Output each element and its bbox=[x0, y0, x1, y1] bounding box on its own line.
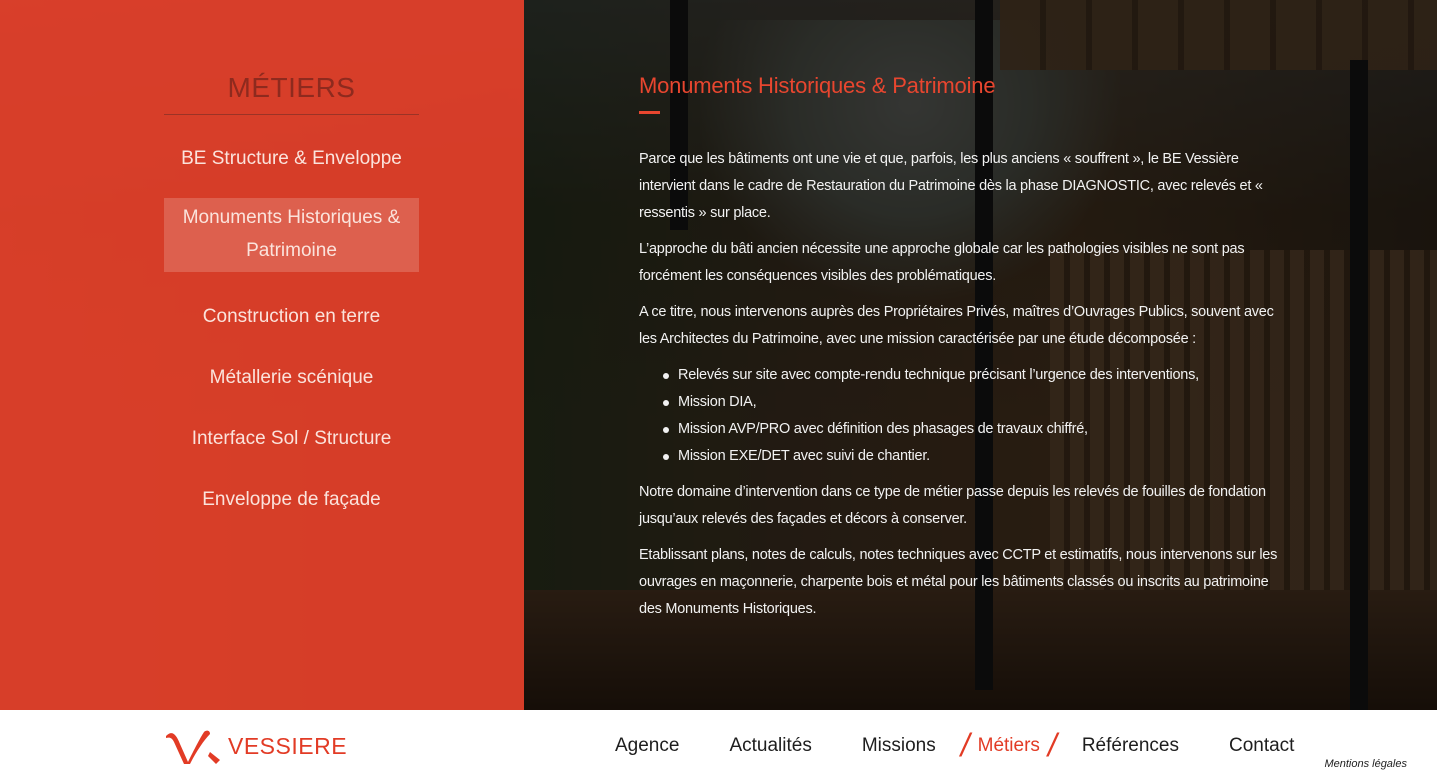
side-panel-title: MÉTIERS bbox=[164, 72, 419, 115]
nav-references[interactable]: Références bbox=[1057, 730, 1204, 762]
footer-bar: VESSIERE Agence Actualités Missions / Mé… bbox=[0, 710, 1437, 780]
list-item-text: Mission EXE/DET avec suivi de chantier. bbox=[678, 448, 930, 464]
slash-right-decoration: / bbox=[1047, 727, 1057, 763]
side-item-label: Monuments Historiques & Patrimoine bbox=[182, 207, 401, 261]
side-item-be-structure[interactable]: BE Structure & Enveloppe bbox=[164, 140, 419, 184]
bullet-dot-icon bbox=[663, 373, 669, 379]
list-item: Mission AVP/PRO avec définition des phas… bbox=[663, 416, 1279, 443]
main-content: Monuments Historiques & Patrimoine Parce… bbox=[639, 72, 1279, 632]
nav-metiers[interactable]: Métiers bbox=[970, 730, 1048, 762]
side-item-metallerie-scenique[interactable]: Métallerie scénique bbox=[164, 359, 419, 420]
vessiere-v-logo-icon bbox=[166, 730, 220, 764]
legal-notice-link[interactable]: Mentions légales bbox=[1324, 758, 1407, 770]
list-item-text: Mission DIA, bbox=[678, 394, 757, 410]
bullet-dot-icon bbox=[663, 454, 669, 460]
side-item-construction-terre[interactable]: Construction en terre bbox=[164, 298, 419, 359]
logo-text: VESSIERE bbox=[228, 733, 348, 759]
list-item: Mission DIA, bbox=[663, 389, 1279, 416]
mission-list: Relevés sur site avec compte-rendu techn… bbox=[663, 362, 1279, 470]
bullet-dot-icon bbox=[663, 400, 669, 406]
nav-missions[interactable]: Missions bbox=[837, 730, 961, 762]
paragraph: Parce que les bâtiments ont une vie et q… bbox=[639, 151, 1263, 221]
bullet-dot-icon bbox=[663, 427, 669, 433]
nav-agence[interactable]: Agence bbox=[590, 730, 704, 762]
list-item: Relevés sur site avec compte-rendu techn… bbox=[663, 362, 1279, 389]
main-nav: Agence Actualités Missions / Métiers / R… bbox=[590, 727, 1319, 763]
page-title: Monuments Historiques & Patrimoine bbox=[639, 73, 996, 98]
metiers-nav: BE Structure & Enveloppe Monuments Histo… bbox=[164, 140, 419, 542]
site-logo[interactable]: VESSIERE bbox=[164, 726, 347, 766]
nav-actualites[interactable]: Actualités bbox=[704, 730, 836, 762]
side-item-enveloppe-facade[interactable]: Enveloppe de façade bbox=[164, 481, 419, 542]
list-item-text: Mission AVP/PRO avec définition des phas… bbox=[678, 421, 1088, 437]
title-underline bbox=[639, 111, 660, 114]
paragraph: Notre domaine d’intervention dans ce typ… bbox=[639, 484, 1266, 527]
paragraph: Etablissant plans, notes de calculs, not… bbox=[639, 547, 1278, 617]
slash-left-decoration: / bbox=[960, 727, 970, 763]
side-item-monuments-historiques[interactable]: Monuments Historiques & Patrimoine bbox=[164, 198, 419, 272]
nav-contact[interactable]: Contact bbox=[1204, 730, 1319, 762]
list-item-text: Relevés sur site avec compte-rendu techn… bbox=[678, 367, 1199, 383]
list-item: Mission EXE/DET avec suivi de chantier. bbox=[663, 443, 1279, 470]
paragraph: L’approche du bâti ancien nécessite une … bbox=[639, 241, 1245, 284]
side-item-interface-sol[interactable]: Interface Sol / Structure bbox=[164, 420, 419, 481]
paragraph: A ce titre, nous intervenons auprès des … bbox=[639, 304, 1274, 347]
